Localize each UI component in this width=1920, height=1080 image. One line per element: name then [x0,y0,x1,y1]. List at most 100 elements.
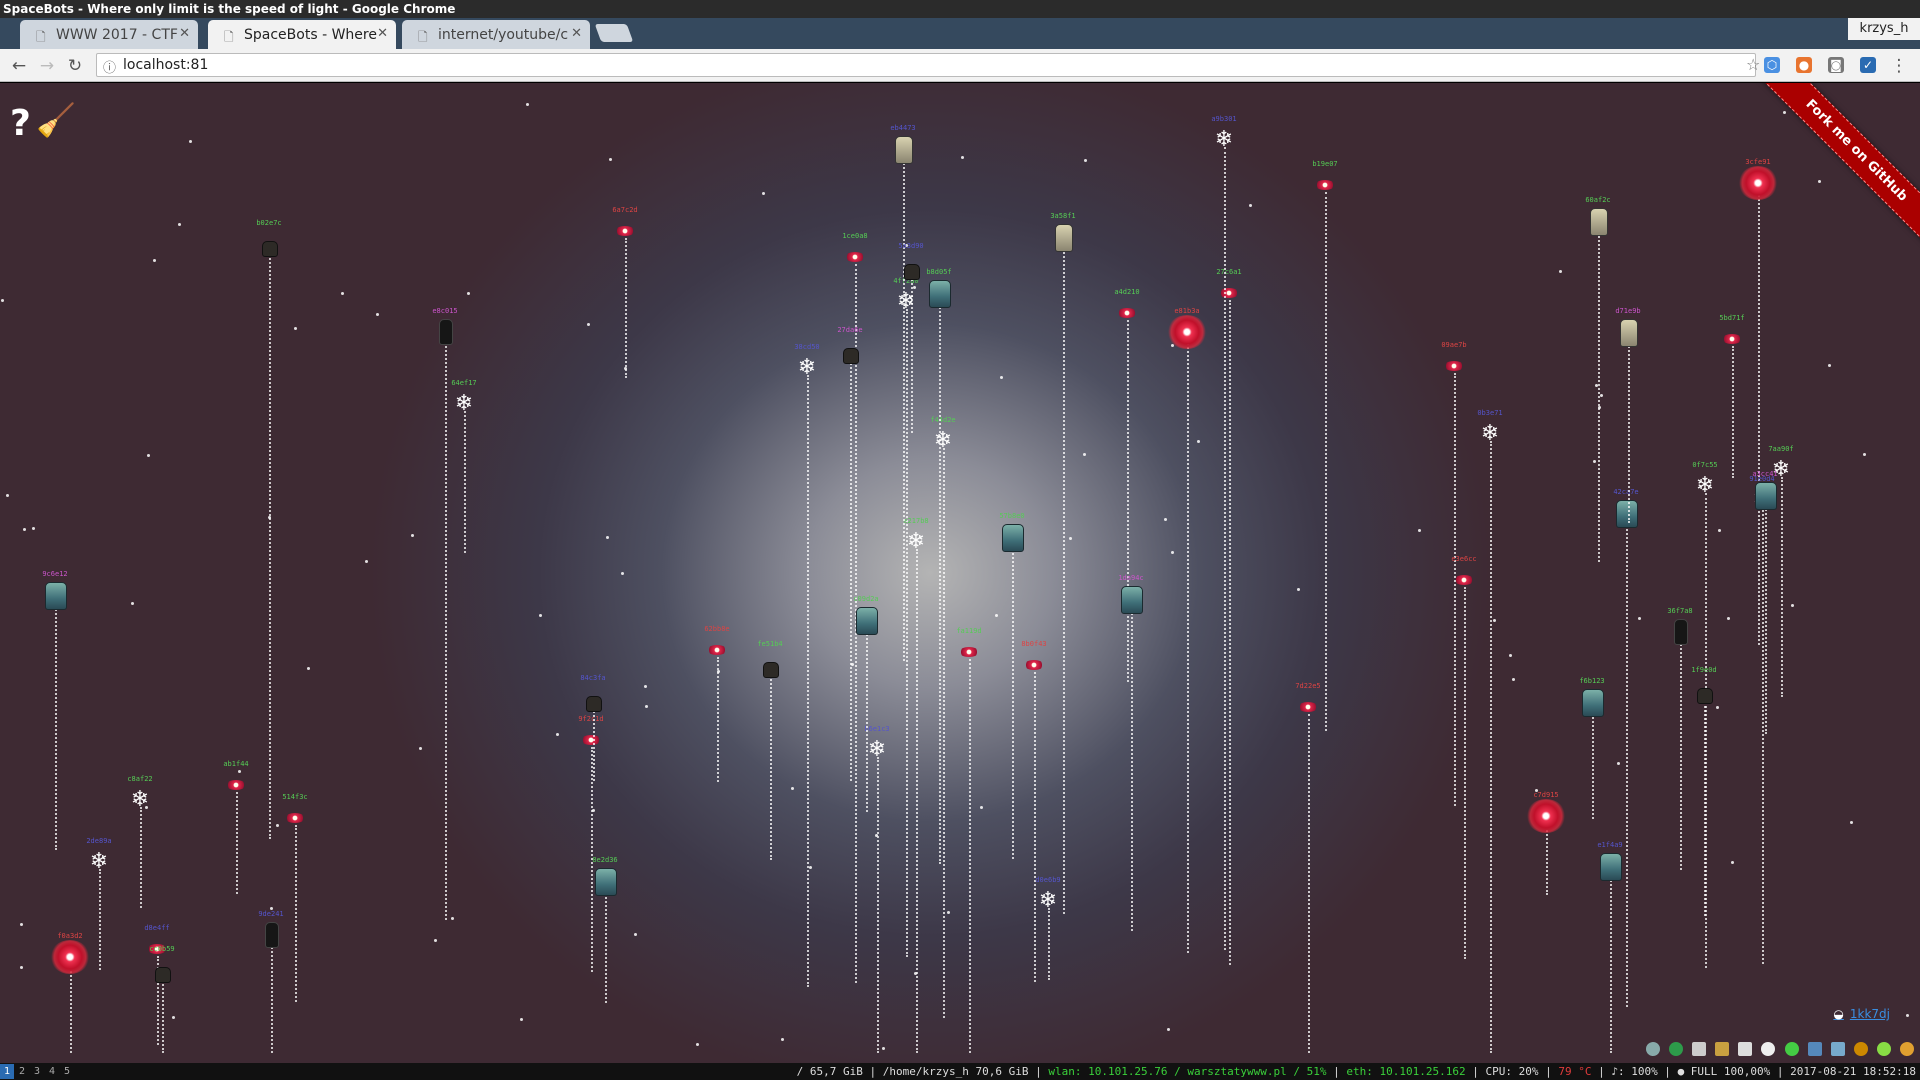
address-bar[interactable]: ⓘ localhost:81 ☆ [96,53,1760,77]
space-bot[interactable]: 60af2c [1585,196,1611,238]
space-bot[interactable]: e1f4a9 [1597,841,1623,883]
space-bot[interactable]: eb4473 [890,124,916,166]
info-icon[interactable]: ⓘ [103,57,116,76]
url-text[interactable]: localhost:81 [123,57,208,73]
workspace-5[interactable]: 5 [60,1064,74,1079]
tray-update-icon[interactable] [1876,1042,1891,1056]
space-bot[interactable]: 9c6e12 [42,570,68,612]
tray-weather-icon[interactable] [1853,1042,1868,1056]
space-bot[interactable]: 8b0f43 [1021,640,1047,682]
checkmark-extension-icon[interactable]: ✓ [1860,57,1876,73]
space-bot[interactable]: 514f3c [282,793,308,835]
space-bot[interactable]: b19e07 [1312,160,1338,202]
space-bot[interactable]: 38cd50 [794,343,819,385]
space-bot[interactable]: 09ae7b [1441,341,1467,383]
space-bot[interactable]: ab1f44 [223,760,249,802]
close-icon[interactable]: ✕ [179,26,190,41]
space-bot[interactable]: 6a7c2d [612,206,638,248]
space-bot[interactable]: 0f7c55 [1692,461,1717,503]
broom-icon[interactable]: 🧹 [36,101,76,139]
bot-id-label: cc0b59 [149,945,175,953]
space-bot[interactable]: 0b3e71 [1477,409,1502,451]
tray-app-icon[interactable] [1645,1042,1660,1056]
space-bot[interactable]: 2de89a [86,837,111,879]
space-bot[interactable]: c8af22 [127,775,152,817]
space-bot[interactable]: 27da6e [837,326,863,368]
space-bot[interactable]: 1da94c [1118,574,1144,616]
back-arrow-icon[interactable]: ← [8,55,30,77]
space-bot[interactable]: 5bd71f [1719,314,1745,356]
new-tab-button[interactable] [594,24,634,42]
tray-recycle-icon[interactable] [1784,1042,1799,1056]
space-bot[interactable]: 27c6a1 [1216,268,1242,310]
tray-sync-icon[interactable] [1900,1042,1914,1056]
space-bot[interactable]: c09d2a [853,595,879,637]
space-bot[interactable]: a3cc41 [1752,470,1778,512]
cookie-extension-icon[interactable]: ● [1796,57,1812,73]
space-bot[interactable]: 5a3d90 [898,242,924,284]
star-icon[interactable]: ☆ [1746,55,1760,74]
space-bot[interactable]: e3e6cc [1451,555,1477,597]
tray-disk-icon[interactable] [1692,1042,1707,1056]
workspace-4[interactable]: 4 [45,1064,59,1079]
space-bot[interactable]: 64ef17 [451,379,476,421]
space-bot[interactable]: 57b8e0 [999,512,1025,554]
space-bot[interactable]: 84c3fa [580,674,606,716]
space-bot[interactable]: 9de241 [258,910,284,952]
profile-button[interactable]: krzys_h [1848,18,1920,40]
tray-list-icon[interactable] [1738,1042,1753,1056]
space-bot[interactable]: e8c015 [432,307,458,349]
close-icon[interactable]: ✕ [571,26,582,41]
tab-www-2017-ctf[interactable]: 🗋 WWW 2017 - CTF ✕ [20,20,198,49]
space-bot[interactable]: fe51b4 [757,640,783,682]
space-bot[interactable]: 3cfe91 [1738,158,1778,200]
space-bot[interactable]: b8d05f [926,268,952,310]
space-bot[interactable]: 3a58f1 [1050,212,1076,254]
counter-link[interactable]: ◒ 1kk7dj [1833,1007,1890,1021]
space-bot[interactable]: cc0b59 [149,945,175,987]
space-bot[interactable]: d0e6b9 [1035,876,1060,918]
bot-trail [1464,587,1466,959]
tray-display-icon[interactable] [1830,1042,1845,1056]
space-bot[interactable]: fa119d [956,627,982,669]
space-bot[interactable]: f0a3d2 [50,932,90,974]
menu-icon[interactable]: ⋮ [1888,55,1910,77]
space-bot[interactable]: 8e2d36 [592,856,618,898]
space-bot[interactable]: 9f2c1d [578,715,604,757]
space-bot[interactable]: f6b123 [1579,677,1605,719]
space-bot[interactable]: 36f7a8 [1667,607,1693,649]
tray-screen-icon[interactable] [1807,1042,1822,1056]
question-mark-icon[interactable]: ? [10,103,31,144]
camera-extension-icon[interactable]: ◙ [1828,57,1844,73]
workspace-2[interactable]: 2 [15,1064,29,1079]
counter-label[interactable]: 1kk7dj [1850,1007,1890,1021]
space-bot[interactable]: a9b301 [1211,115,1236,157]
space-bot[interactable]: b6e1c3 [864,725,889,767]
space-bot[interactable]: 1f9e0d [1691,666,1717,708]
space-bot[interactable]: e81b3a [1167,307,1207,349]
space-bot[interactable]: e217b8 [903,517,928,559]
fork-me-ribbon[interactable]: Fork me on GitHub [1759,83,1920,248]
tab-internet-youtube[interactable]: 🗋 internet/youtube/c ✕ [402,20,590,49]
space-bot[interactable]: f44d2e [930,416,955,458]
tray-chat-icon[interactable] [1761,1042,1776,1056]
workspace-1[interactable]: 1 [0,1064,14,1079]
reload-icon[interactable]: ↻ [64,55,86,77]
space-bot[interactable]: d71e9b [1615,307,1641,349]
tray-chrome-icon[interactable] [1669,1042,1684,1056]
space-bot[interactable]: 62bb8e [704,625,730,667]
game-canvas[interactable]: ? 🧹 Fork me on GitHub ◒ 1kk7dj 9f2c1d e81b… [0,83,1920,1063]
space-bot[interactable]: c7d915 [1526,791,1566,833]
workspace-3[interactable]: 3 [30,1064,44,1079]
space-bot[interactable]: a4d210 [1114,288,1140,330]
space-bot[interactable]: b02e7c [256,219,282,261]
space-bot[interactable]: 42ca7e [1613,488,1639,530]
forward-arrow-icon[interactable]: → [36,55,58,77]
extension-icon[interactable]: ⬡ [1764,57,1780,73]
close-icon[interactable]: ✕ [377,26,388,41]
tray-battery-icon[interactable] [1715,1042,1730,1056]
space-bot[interactable]: 1ce0a8 [842,232,868,274]
space-bot[interactable]: 4ff2a0 [893,277,918,319]
tab-spacebots[interactable]: 🗋 SpaceBots - Where ✕ [208,20,396,49]
space-bot[interactable]: 7d22e5 [1295,682,1321,724]
